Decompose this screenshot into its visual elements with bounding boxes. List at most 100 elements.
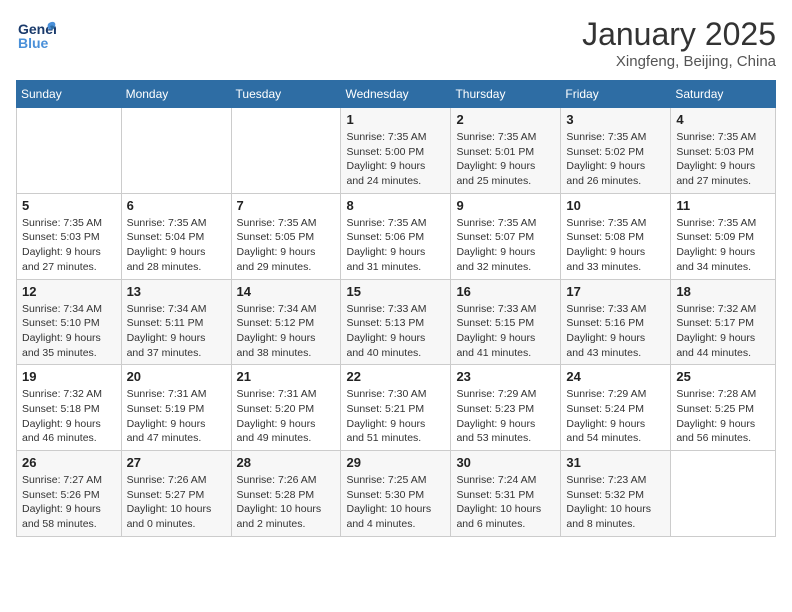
logo: General Blue — [16, 16, 56, 56]
page-header: General Blue January 2025 Xingfeng, Beij… — [16, 16, 776, 70]
svg-text:Blue: Blue — [18, 35, 49, 51]
day-info: Sunrise: 7:34 AM Sunset: 5:10 PM Dayligh… — [22, 302, 116, 361]
day-number: 19 — [22, 369, 116, 384]
header-cell-wednesday: Wednesday — [341, 81, 451, 108]
title-block: January 2025 Xingfeng, Beijing, China — [582, 16, 776, 70]
day-info: Sunrise: 7:33 AM Sunset: 5:16 PM Dayligh… — [566, 302, 665, 361]
day-info: Sunrise: 7:35 AM Sunset: 5:00 PM Dayligh… — [346, 130, 445, 189]
day-number: 14 — [237, 284, 336, 299]
day-info: Sunrise: 7:32 AM Sunset: 5:17 PM Dayligh… — [676, 302, 770, 361]
calendar-body: 1 Sunrise: 7:35 AM Sunset: 5:00 PM Daylig… — [17, 108, 776, 537]
calendar-cell: 17 Sunrise: 7:33 AM Sunset: 5:16 PM Dayli… — [561, 279, 671, 365]
header-cell-tuesday: Tuesday — [231, 81, 341, 108]
logo-icon: General Blue — [16, 16, 56, 56]
day-info: Sunrise: 7:35 AM Sunset: 5:07 PM Dayligh… — [456, 216, 555, 275]
day-number: 20 — [127, 369, 226, 384]
week-row-2: 5Sunrise: 7:35 AM Sunset: 5:03 PM Daylig… — [17, 193, 776, 279]
day-info: Sunrise: 7:29 AM Sunset: 5:23 PM Dayligh… — [456, 387, 555, 446]
header-row: SundayMondayTuesdayWednesdayThursdayFrid… — [17, 81, 776, 108]
day-number: 23 — [456, 369, 555, 384]
day-info: Sunrise: 7:28 AM Sunset: 5:25 PM Dayligh… — [676, 387, 770, 446]
calendar-cell: 14 Sunrise: 7:34 AM Sunset: 5:12 PM Dayli… — [231, 279, 341, 365]
day-number: 10 — [566, 198, 665, 213]
calendar-cell: 15Sunrise: 7:33 AM Sunset: 5:13 PM Dayli… — [341, 279, 451, 365]
calendar-cell: 13 Sunrise: 7:34 AM Sunset: 5:11 PM Dayli… — [121, 279, 231, 365]
day-number: 17 — [566, 284, 665, 299]
calendar-cell: 26 Sunrise: 7:27 AM Sunset: 5:26 PM Dayli… — [17, 451, 122, 537]
calendar-cell: 4 Sunrise: 7:35 AM Sunset: 5:03 PM Daylig… — [671, 108, 776, 194]
header-cell-saturday: Saturday — [671, 81, 776, 108]
week-row-3: 12 Sunrise: 7:34 AM Sunset: 5:10 PM Dayli… — [17, 279, 776, 365]
day-info: Sunrise: 7:33 AM Sunset: 5:15 PM Dayligh… — [456, 302, 555, 361]
calendar-cell: 25 Sunrise: 7:28 AM Sunset: 5:25 PM Dayli… — [671, 365, 776, 451]
day-number: 6 — [127, 198, 226, 213]
calendar-cell: 11 Sunrise: 7:35 AM Sunset: 5:09 PM Dayli… — [671, 193, 776, 279]
calendar-cell: 31Sunrise: 7:23 AM Sunset: 5:32 PM Dayli… — [561, 451, 671, 537]
calendar-cell: 21 Sunrise: 7:31 AM Sunset: 5:20 PM Dayli… — [231, 365, 341, 451]
calendar-cell: 7 Sunrise: 7:35 AM Sunset: 5:05 PM Daylig… — [231, 193, 341, 279]
day-info: Sunrise: 7:27 AM Sunset: 5:26 PM Dayligh… — [22, 473, 116, 532]
calendar-header: SundayMondayTuesdayWednesdayThursdayFrid… — [17, 81, 776, 108]
day-number: 4 — [676, 112, 770, 127]
calendar-cell — [121, 108, 231, 194]
day-number: 30 — [456, 455, 555, 470]
week-row-1: 1 Sunrise: 7:35 AM Sunset: 5:00 PM Daylig… — [17, 108, 776, 194]
calendar-cell: 8Sunrise: 7:35 AM Sunset: 5:06 PM Daylig… — [341, 193, 451, 279]
day-info: Sunrise: 7:35 AM Sunset: 5:03 PM Dayligh… — [22, 216, 116, 275]
calendar-cell — [17, 108, 122, 194]
day-info: Sunrise: 7:35 AM Sunset: 5:09 PM Dayligh… — [676, 216, 770, 275]
day-info: Sunrise: 7:32 AM Sunset: 5:18 PM Dayligh… — [22, 387, 116, 446]
day-number: 11 — [676, 198, 770, 213]
calendar-cell: 12 Sunrise: 7:34 AM Sunset: 5:10 PM Dayli… — [17, 279, 122, 365]
day-info: Sunrise: 7:35 AM Sunset: 5:02 PM Dayligh… — [566, 130, 665, 189]
day-number: 25 — [676, 369, 770, 384]
calendar-cell: 24 Sunrise: 7:29 AM Sunset: 5:24 PM Dayli… — [561, 365, 671, 451]
day-number: 12 — [22, 284, 116, 299]
calendar-cell — [671, 451, 776, 537]
month-title: January 2025 — [582, 16, 776, 53]
calendar-cell: 9 Sunrise: 7:35 AM Sunset: 5:07 PM Daylig… — [451, 193, 561, 279]
day-info: Sunrise: 7:35 AM Sunset: 5:01 PM Dayligh… — [456, 130, 555, 189]
calendar-table: SundayMondayTuesdayWednesdayThursdayFrid… — [16, 80, 776, 537]
day-number: 3 — [566, 112, 665, 127]
day-info: Sunrise: 7:31 AM Sunset: 5:19 PM Dayligh… — [127, 387, 226, 446]
day-number: 7 — [237, 198, 336, 213]
calendar-cell: 19 Sunrise: 7:32 AM Sunset: 5:18 PM Dayli… — [17, 365, 122, 451]
day-info: Sunrise: 7:35 AM Sunset: 5:03 PM Dayligh… — [676, 130, 770, 189]
day-info: Sunrise: 7:24 AM Sunset: 5:31 PM Dayligh… — [456, 473, 555, 532]
day-info: Sunrise: 7:35 AM Sunset: 5:04 PM Dayligh… — [127, 216, 226, 275]
day-number: 24 — [566, 369, 665, 384]
day-info: Sunrise: 7:31 AM Sunset: 5:20 PM Dayligh… — [237, 387, 336, 446]
day-number: 29 — [346, 455, 445, 470]
day-info: Sunrise: 7:25 AM Sunset: 5:30 PM Dayligh… — [346, 473, 445, 532]
day-number: 18 — [676, 284, 770, 299]
day-info: Sunrise: 7:29 AM Sunset: 5:24 PM Dayligh… — [566, 387, 665, 446]
calendar-cell: 30 Sunrise: 7:24 AM Sunset: 5:31 PM Dayli… — [451, 451, 561, 537]
calendar-cell: 5Sunrise: 7:35 AM Sunset: 5:03 PM Daylig… — [17, 193, 122, 279]
day-number: 22 — [346, 369, 445, 384]
header-cell-sunday: Sunday — [17, 81, 122, 108]
day-info: Sunrise: 7:35 AM Sunset: 5:08 PM Dayligh… — [566, 216, 665, 275]
calendar-cell: 6 Sunrise: 7:35 AM Sunset: 5:04 PM Daylig… — [121, 193, 231, 279]
calendar-cell: 29 Sunrise: 7:25 AM Sunset: 5:30 PM Dayli… — [341, 451, 451, 537]
day-number: 13 — [127, 284, 226, 299]
calendar-cell: 3 Sunrise: 7:35 AM Sunset: 5:02 PM Daylig… — [561, 108, 671, 194]
location-subtitle: Xingfeng, Beijing, China — [582, 53, 776, 70]
day-info: Sunrise: 7:35 AM Sunset: 5:06 PM Dayligh… — [346, 216, 445, 275]
day-number: 21 — [237, 369, 336, 384]
calendar-cell: 1 Sunrise: 7:35 AM Sunset: 5:00 PM Daylig… — [341, 108, 451, 194]
day-number: 2 — [456, 112, 555, 127]
header-cell-monday: Monday — [121, 81, 231, 108]
day-number: 28 — [237, 455, 336, 470]
day-number: 1 — [346, 112, 445, 127]
calendar-cell — [231, 108, 341, 194]
calendar-cell: 18 Sunrise: 7:32 AM Sunset: 5:17 PM Dayli… — [671, 279, 776, 365]
day-info: Sunrise: 7:33 AM Sunset: 5:13 PM Dayligh… — [346, 302, 445, 361]
header-cell-friday: Friday — [561, 81, 671, 108]
day-info: Sunrise: 7:34 AM Sunset: 5:11 PM Dayligh… — [127, 302, 226, 361]
calendar-cell: 28Sunrise: 7:26 AM Sunset: 5:28 PM Dayli… — [231, 451, 341, 537]
day-number: 9 — [456, 198, 555, 213]
day-number: 26 — [22, 455, 116, 470]
day-info: Sunrise: 7:34 AM Sunset: 5:12 PM Dayligh… — [237, 302, 336, 361]
day-info: Sunrise: 7:35 AM Sunset: 5:05 PM Dayligh… — [237, 216, 336, 275]
